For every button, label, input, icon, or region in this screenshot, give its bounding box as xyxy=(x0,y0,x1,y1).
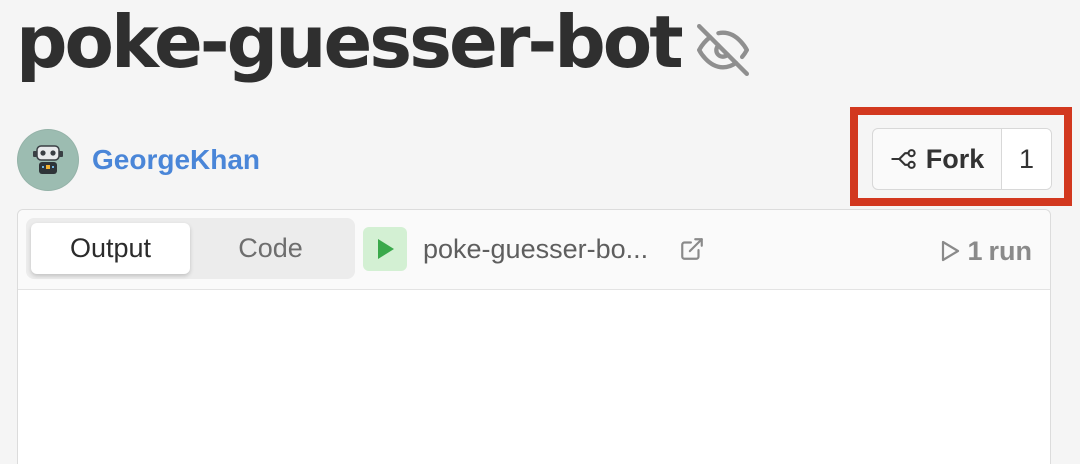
fork-button[interactable]: Fork xyxy=(873,129,1002,189)
play-icon xyxy=(378,239,394,259)
fork-count: 1 xyxy=(1002,129,1051,189)
repl-link[interactable]: poke-guesser-bo... xyxy=(423,232,648,266)
play-outline-icon xyxy=(942,240,960,262)
run-count: 1 run xyxy=(939,234,1032,268)
eye-off-icon xyxy=(696,24,749,76)
panel-toolbar: Output Code poke-guesser-bo... 1 run xyxy=(18,210,1050,290)
run-count-value: 1 xyxy=(967,236,983,266)
author-link[interactable]: GeorgeKhan xyxy=(17,129,260,191)
tab-code[interactable]: Code xyxy=(191,223,350,274)
page-title: poke-guesser-bot xyxy=(16,0,684,84)
fork-icon xyxy=(891,149,916,169)
run-button[interactable] xyxy=(363,227,407,271)
author-name[interactable]: GeorgeKhan xyxy=(92,144,260,176)
external-link-icon[interactable] xyxy=(679,236,705,262)
view-tabs: Output Code xyxy=(26,218,355,279)
title-row: poke-guesser-bot xyxy=(16,0,749,100)
fork-label[interactable]: Fork xyxy=(926,144,985,175)
run-count-unit: run xyxy=(988,236,1033,266)
tab-output[interactable]: Output xyxy=(31,223,190,274)
repl-panel: Output Code poke-guesser-bo... 1 run xyxy=(17,209,1051,464)
fork-button-group: Fork 1 xyxy=(872,128,1052,190)
output-area[interactable] xyxy=(18,290,1050,464)
repl-page: poke-guesser-bot GeorgeKhan Fork 1 Outpu… xyxy=(0,0,1080,464)
robot-avatar-icon[interactable] xyxy=(17,129,79,191)
